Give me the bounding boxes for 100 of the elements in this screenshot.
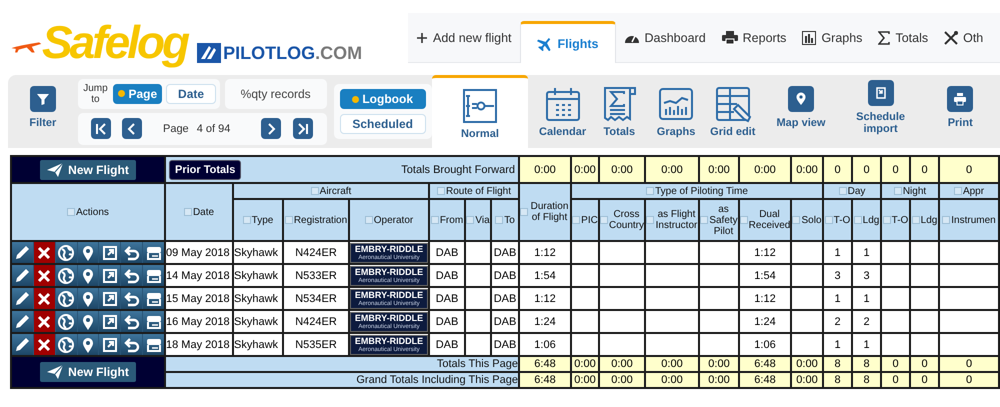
globe-button[interactable]	[56, 311, 77, 332]
nav-tab[interactable]: Reports	[714, 13, 794, 62]
globe-button[interactable]	[56, 242, 77, 263]
return-button[interactable]	[121, 334, 142, 355]
table-cell: DAB	[429, 310, 465, 333]
copy-button[interactable]	[99, 265, 120, 286]
table-cell: 1:54	[739, 264, 791, 287]
column-header: PIC	[581, 214, 598, 226]
location-button[interactable]	[78, 334, 98, 355]
new-flight-button[interactable]: New Flight	[40, 362, 136, 382]
delete-button[interactable]	[34, 288, 55, 309]
column-header: Aircraft	[320, 186, 352, 196]
new-flight-button[interactable]: New Flight	[40, 160, 136, 180]
totals-label: Totals Brought Forward	[401, 164, 515, 176]
table-cell: 6:48	[739, 372, 791, 388]
table-cell: N535ER	[283, 333, 349, 356]
map-view-button[interactable]	[788, 86, 814, 112]
copy-icon	[100, 266, 119, 284]
tray-button[interactable]	[143, 265, 164, 286]
pencil-icon	[13, 336, 32, 354]
nav-tab[interactable]: Oth	[936, 13, 992, 62]
table-cell: 0:00	[699, 156, 739, 183]
last-page-button[interactable]	[292, 118, 313, 139]
action-label[interactable]: Map view	[776, 117, 826, 129]
nav-tab[interactable]: Graphs	[794, 13, 870, 62]
edit-button[interactable]	[12, 265, 33, 286]
view-tab[interactable]: Graphs	[648, 75, 704, 148]
view-tab[interactable]: Calendar	[534, 75, 591, 148]
return-button[interactable]	[121, 265, 142, 286]
toggle-button[interactable]: Scheduled	[340, 114, 426, 134]
location-button[interactable]	[78, 265, 98, 286]
table-cell: 6:48	[519, 372, 571, 388]
schedule-import-button[interactable]	[868, 80, 894, 106]
print-button[interactable]	[947, 86, 974, 112]
view-tab[interactable]: Normal	[432, 75, 528, 148]
nav-tab[interactable]: Dashboard	[616, 13, 714, 62]
copy-button[interactable]	[99, 311, 120, 332]
next-page-button[interactable]	[261, 118, 282, 139]
edit-button[interactable]	[12, 334, 33, 355]
table-cell: 1:12	[739, 241, 791, 264]
table-cell: 0:00	[645, 156, 699, 183]
first-page-button[interactable]	[90, 118, 111, 139]
table-cell: 2	[823, 310, 852, 333]
tray-button[interactable]	[143, 334, 164, 355]
filter-label[interactable]: Filter	[29, 117, 56, 129]
delete-button[interactable]	[34, 265, 55, 286]
table-cell: 0	[881, 372, 910, 388]
paper-plane-icon	[47, 162, 64, 176]
table-cell: 0:00	[791, 156, 823, 183]
copy-button[interactable]	[99, 334, 120, 355]
column-header: Night	[902, 186, 926, 196]
table-cell: N424ER	[283, 241, 349, 264]
view-tab[interactable]: Totals	[590, 75, 648, 148]
action-label[interactable]: Print	[948, 117, 973, 129]
toggle-button[interactable]: Logbook	[340, 89, 426, 109]
filter-button[interactable]	[30, 86, 56, 112]
location-button[interactable]	[78, 311, 98, 332]
nav-tab[interactable]: Add new flight	[408, 13, 520, 62]
return-button[interactable]	[121, 242, 142, 263]
table-cell: 16 May 2018	[165, 310, 233, 333]
toggle-button[interactable]: Date	[166, 84, 216, 104]
pencil-icon	[13, 290, 32, 308]
nav-tab[interactable]: Flights	[520, 21, 616, 63]
column-header: Registration	[294, 214, 348, 226]
prior-totals-button[interactable]: Prior Totals	[169, 160, 242, 180]
location-button[interactable]	[78, 242, 98, 263]
table-cell: Skyhawk	[233, 264, 283, 287]
table-cell: 0:00	[571, 356, 599, 372]
table-cell: 3	[852, 264, 881, 287]
copy-button[interactable]	[99, 242, 120, 263]
column-header: Via	[475, 214, 490, 226]
tray-button[interactable]	[143, 288, 164, 309]
location-button[interactable]	[78, 288, 98, 309]
edit-button[interactable]	[12, 311, 33, 332]
globe-button[interactable]	[56, 334, 77, 355]
tray-button[interactable]	[143, 242, 164, 263]
globe-icon	[57, 312, 76, 330]
toggle-button[interactable]: Page	[113, 84, 162, 104]
table-cell: 1:06	[739, 333, 791, 356]
return-button[interactable]	[121, 288, 142, 309]
column-header: Instrumen	[951, 214, 996, 226]
edit-button[interactable]	[12, 242, 33, 263]
tray-button[interactable]	[143, 311, 164, 332]
calendar-icon	[544, 85, 582, 123]
table-cell: 1:06	[519, 333, 571, 356]
table-cell: 0	[939, 372, 999, 388]
printer-icon	[722, 31, 738, 44]
delete-button[interactable]	[34, 334, 55, 355]
nav-tab[interactable]: Totals	[870, 13, 936, 62]
globe-button[interactable]	[56, 288, 77, 309]
delete-button[interactable]	[34, 311, 55, 332]
column-header: as Safety Pilot	[709, 204, 738, 236]
globe-button[interactable]	[56, 265, 77, 286]
edit-button[interactable]	[12, 288, 33, 309]
previous-page-button[interactable]	[122, 118, 142, 139]
delete-button[interactable]	[34, 242, 55, 263]
copy-button[interactable]	[99, 288, 120, 309]
view-tab[interactable]: Grid edit	[704, 75, 762, 148]
return-button[interactable]	[121, 311, 142, 332]
action-label[interactable]: Schedule import	[840, 111, 920, 135]
